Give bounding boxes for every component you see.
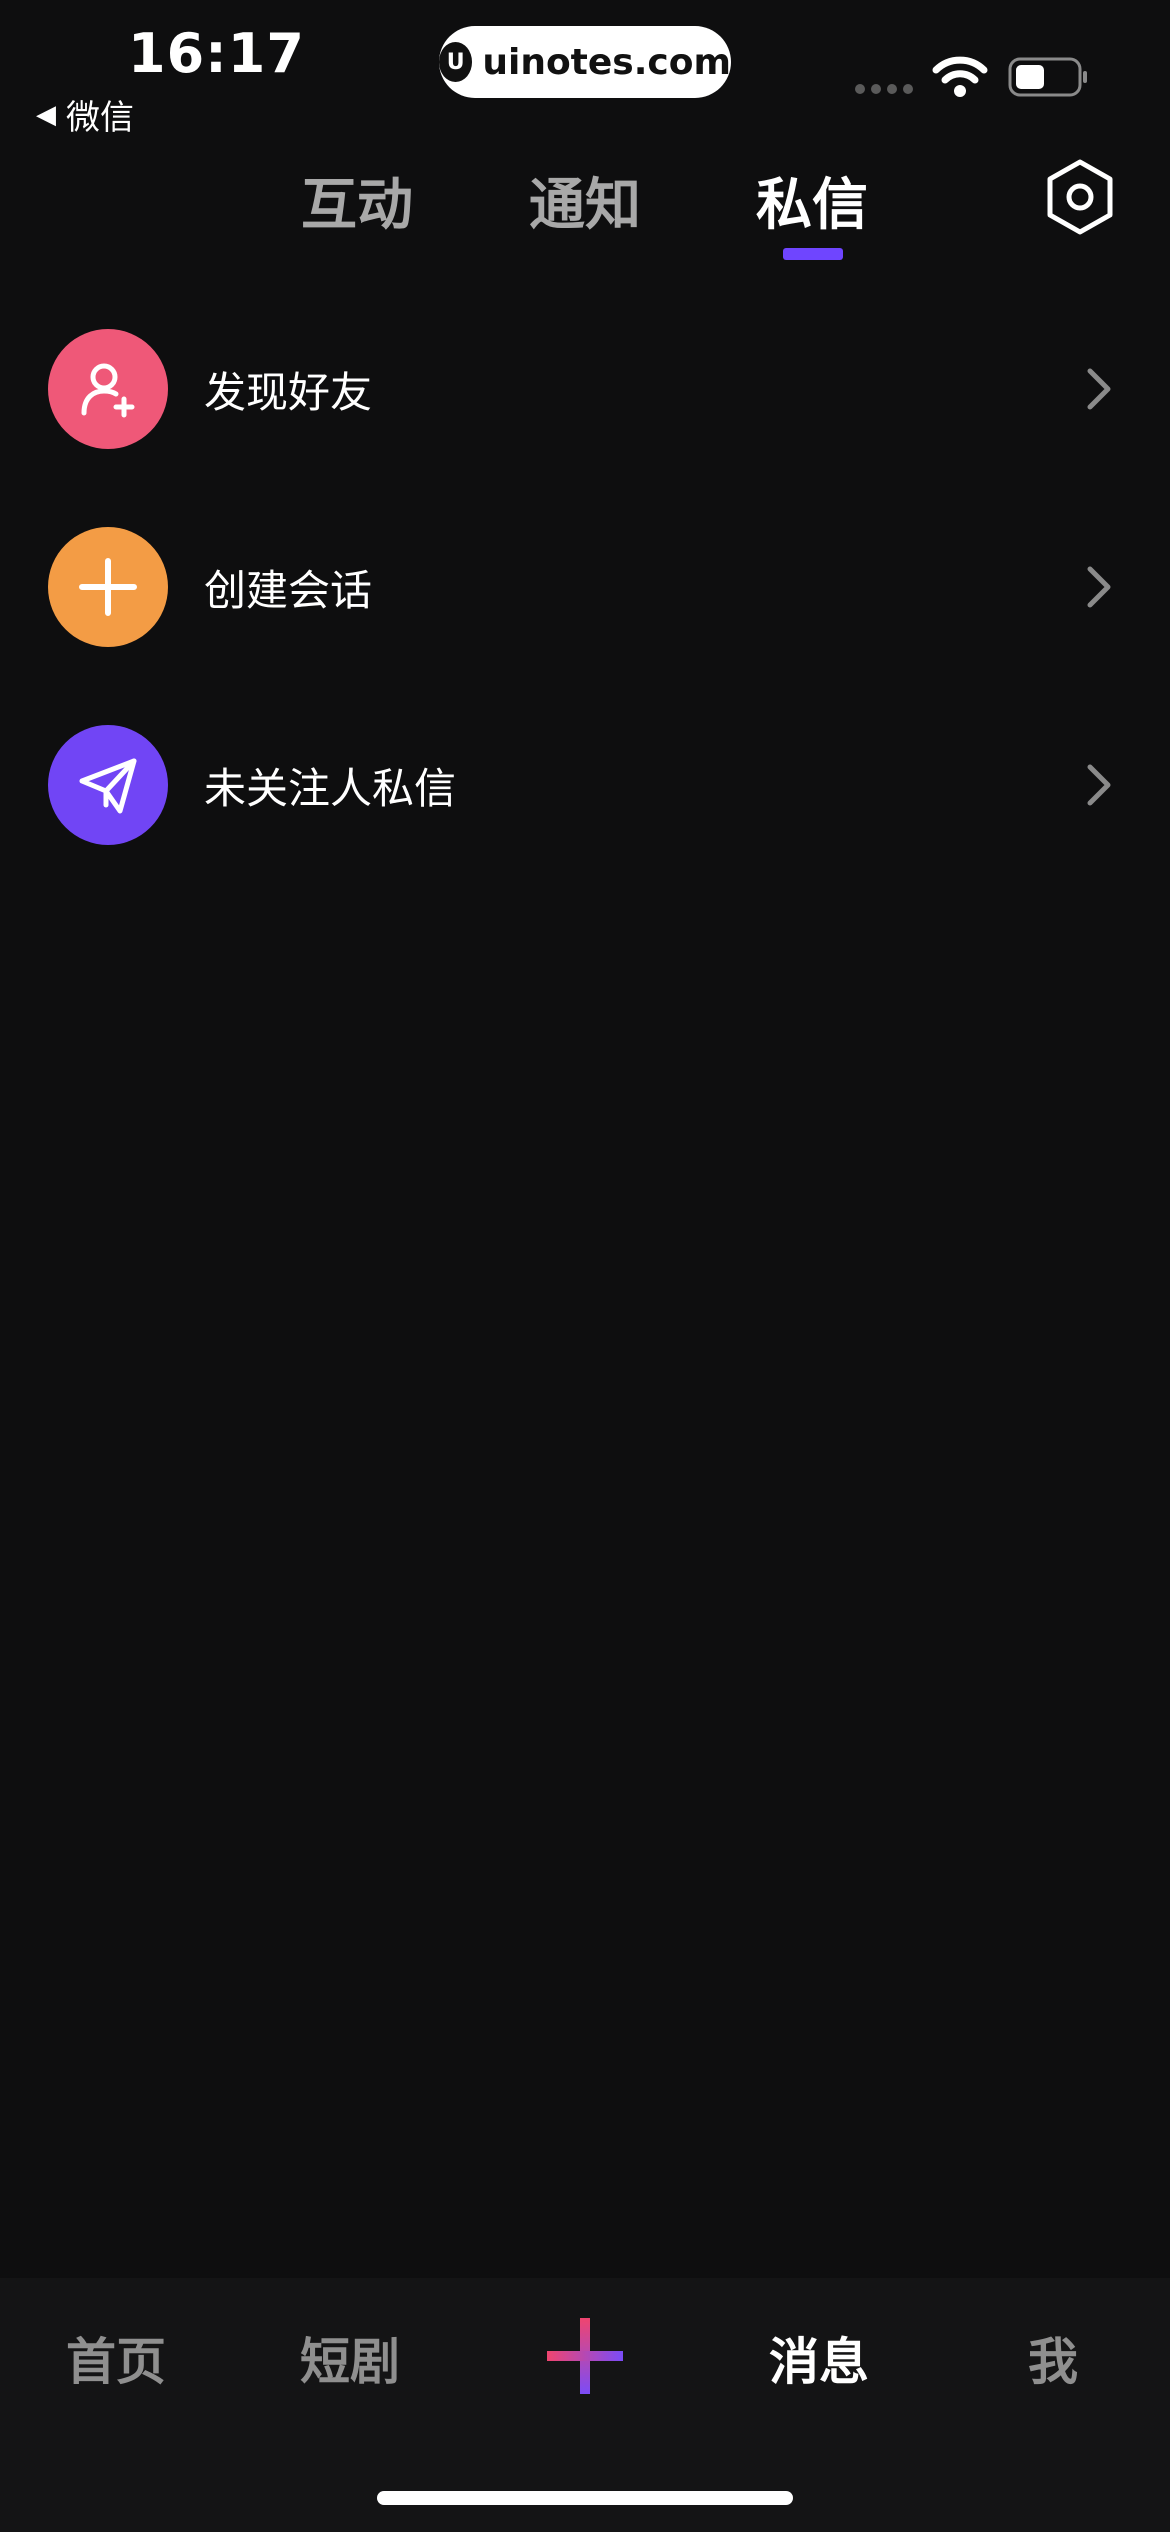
status-bar: 16:17 ◀ 微信 U uinotes.com	[0, 0, 1170, 140]
chevron-right-icon	[1087, 566, 1111, 608]
site-logo-icon: U	[439, 42, 473, 82]
url-text: uinotes.com	[482, 41, 731, 83]
wifi-icon	[932, 56, 988, 97]
add-user-icon	[81, 363, 135, 418]
stranger-messages-avatar	[48, 725, 168, 845]
status-time: 16:17	[128, 22, 305, 85]
list-item-find-friends[interactable]: 发现好友	[0, 290, 1170, 488]
plus-icon	[79, 558, 137, 616]
tab-notification[interactable]: 通知	[515, 160, 655, 241]
list-item-create-chat[interactable]: 创建会话	[0, 488, 1170, 686]
nav-messages[interactable]: 消息	[729, 2322, 909, 2394]
create-chat-avatar	[48, 527, 168, 647]
cellular-signal-icon	[855, 84, 913, 94]
action-list: 发现好友 创建会话 未关注人私信	[0, 290, 1170, 884]
tab-interaction[interactable]: 互动	[287, 160, 427, 241]
battery-icon	[1008, 57, 1087, 97]
chevron-right-icon	[1087, 368, 1111, 410]
nav-home[interactable]: 首页	[26, 2322, 206, 2394]
create-chat-label: 创建会话	[204, 565, 373, 615]
chevron-right-icon	[1087, 764, 1111, 806]
find-friends-label: 发现好友	[204, 367, 373, 417]
plus-create-icon[interactable]	[545, 2316, 625, 2396]
active-tab-indicator	[783, 248, 843, 260]
nav-short-drama[interactable]: 短剧	[260, 2322, 440, 2394]
find-friends-avatar	[48, 329, 168, 449]
back-app-label: 微信	[66, 98, 134, 138]
hexagon-gear-icon[interactable]	[1044, 158, 1116, 236]
stranger-messages-label: 未关注人私信	[204, 763, 457, 813]
nav-me[interactable]: 我	[963, 2322, 1143, 2394]
home-indicator[interactable]	[377, 2491, 793, 2505]
back-to-app-link[interactable]: ◀ 微信	[36, 90, 134, 139]
list-item-stranger-messages[interactable]: 未关注人私信	[0, 686, 1170, 884]
paper-plane-icon	[79, 758, 137, 814]
bottom-navigation: 首页 短剧 消息 我	[0, 2278, 1170, 2532]
message-tabs: 互动 通知 私信	[0, 150, 1170, 270]
back-triangle-icon: ◀	[36, 99, 56, 130]
url-badge: U uinotes.com	[439, 26, 731, 98]
tab-private-message[interactable]: 私信	[742, 160, 882, 241]
